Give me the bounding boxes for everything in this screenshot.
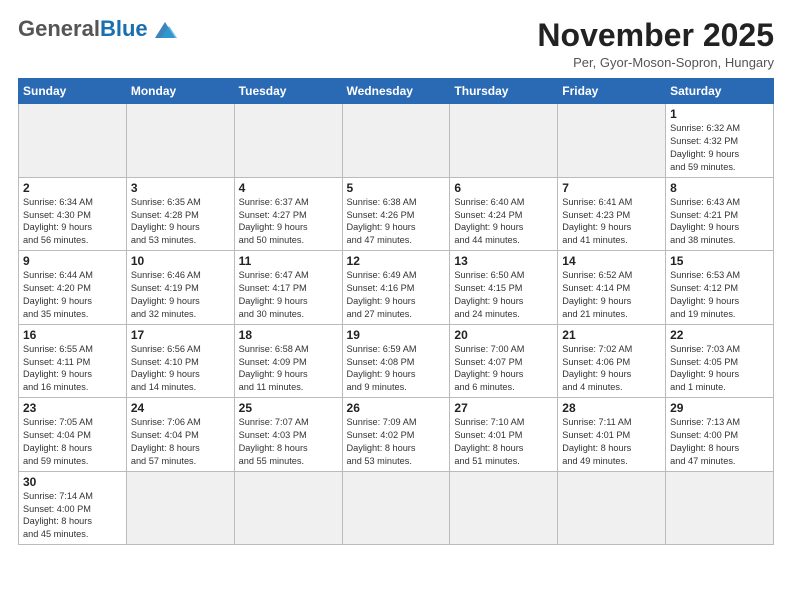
day-11: 11 Sunrise: 6:47 AMSunset: 4:17 PMDaylig…: [234, 251, 342, 325]
logo-general: General: [18, 18, 100, 40]
th-monday: Monday: [126, 79, 234, 104]
month-title: November 2025: [537, 18, 774, 53]
empty-cell: [342, 104, 450, 178]
day-21: 21 Sunrise: 7:02 AMSunset: 4:06 PMDaylig…: [558, 324, 666, 398]
empty-cell: [666, 471, 774, 545]
day-18: 18 Sunrise: 6:58 AMSunset: 4:09 PMDaylig…: [234, 324, 342, 398]
day-20: 20 Sunrise: 7:00 AMSunset: 4:07 PMDaylig…: [450, 324, 558, 398]
location-subtitle: Per, Gyor-Moson-Sopron, Hungary: [537, 55, 774, 70]
calendar-row-6: 30 Sunrise: 7:14 AMSunset: 4:00 PMDaylig…: [19, 471, 774, 545]
empty-cell: [126, 471, 234, 545]
page: General Blue November 2025 Per, Gyor-Mos…: [0, 0, 792, 612]
day-3: 3 Sunrise: 6:35 AMSunset: 4:28 PMDayligh…: [126, 177, 234, 251]
empty-cell: [558, 104, 666, 178]
logo-icon: [151, 18, 179, 40]
day-26: 26 Sunrise: 7:09 AMSunset: 4:02 PMDaylig…: [342, 398, 450, 472]
day-15: 15 Sunrise: 6:53 AMSunset: 4:12 PMDaylig…: [666, 251, 774, 325]
day-27: 27 Sunrise: 7:10 AMSunset: 4:01 PMDaylig…: [450, 398, 558, 472]
th-thursday: Thursday: [450, 79, 558, 104]
empty-cell: [234, 471, 342, 545]
day-16: 16 Sunrise: 6:55 AMSunset: 4:11 PMDaylig…: [19, 324, 127, 398]
day-25: 25 Sunrise: 7:07 AMSunset: 4:03 PMDaylig…: [234, 398, 342, 472]
logo-text: General Blue: [18, 18, 179, 40]
calendar-table: Sunday Monday Tuesday Wednesday Thursday…: [18, 78, 774, 545]
empty-cell: [126, 104, 234, 178]
day-29: 29 Sunrise: 7:13 AMSunset: 4:00 PMDaylig…: [666, 398, 774, 472]
empty-cell: [19, 104, 127, 178]
th-sunday: Sunday: [19, 79, 127, 104]
th-friday: Friday: [558, 79, 666, 104]
weekday-header-row: Sunday Monday Tuesday Wednesday Thursday…: [19, 79, 774, 104]
day-22: 22 Sunrise: 7:03 AMSunset: 4:05 PMDaylig…: [666, 324, 774, 398]
day-number-1: 1: [670, 107, 769, 121]
header: General Blue November 2025 Per, Gyor-Mos…: [18, 18, 774, 70]
day-2: 2 Sunrise: 6:34 AMSunset: 4:30 PMDayligh…: [19, 177, 127, 251]
calendar-row-4: 16 Sunrise: 6:55 AMSunset: 4:11 PMDaylig…: [19, 324, 774, 398]
day-10: 10 Sunrise: 6:46 AMSunset: 4:19 PMDaylig…: [126, 251, 234, 325]
day-info-1: Sunrise: 6:32 AMSunset: 4:32 PMDaylight:…: [670, 122, 769, 174]
day-14: 14 Sunrise: 6:52 AMSunset: 4:14 PMDaylig…: [558, 251, 666, 325]
day-8: 8 Sunrise: 6:43 AMSunset: 4:21 PMDayligh…: [666, 177, 774, 251]
empty-cell: [234, 104, 342, 178]
day-13: 13 Sunrise: 6:50 AMSunset: 4:15 PMDaylig…: [450, 251, 558, 325]
day-30: 30 Sunrise: 7:14 AMSunset: 4:00 PMDaylig…: [19, 471, 127, 545]
th-saturday: Saturday: [666, 79, 774, 104]
calendar-row-1: 1 Sunrise: 6:32 AMSunset: 4:32 PMDayligh…: [19, 104, 774, 178]
day-5: 5 Sunrise: 6:38 AMSunset: 4:26 PMDayligh…: [342, 177, 450, 251]
day-4: 4 Sunrise: 6:37 AMSunset: 4:27 PMDayligh…: [234, 177, 342, 251]
empty-cell: [450, 104, 558, 178]
day-1: 1 Sunrise: 6:32 AMSunset: 4:32 PMDayligh…: [666, 104, 774, 178]
empty-cell: [450, 471, 558, 545]
day-23: 23 Sunrise: 7:05 AMSunset: 4:04 PMDaylig…: [19, 398, 127, 472]
title-block: November 2025 Per, Gyor-Moson-Sopron, Hu…: [537, 18, 774, 70]
day-24: 24 Sunrise: 7:06 AMSunset: 4:04 PMDaylig…: [126, 398, 234, 472]
day-9: 9 Sunrise: 6:44 AMSunset: 4:20 PMDayligh…: [19, 251, 127, 325]
th-wednesday: Wednesday: [342, 79, 450, 104]
day-17: 17 Sunrise: 6:56 AMSunset: 4:10 PMDaylig…: [126, 324, 234, 398]
day-12: 12 Sunrise: 6:49 AMSunset: 4:16 PMDaylig…: [342, 251, 450, 325]
logo-blue: Blue: [100, 18, 148, 40]
calendar-row-5: 23 Sunrise: 7:05 AMSunset: 4:04 PMDaylig…: [19, 398, 774, 472]
empty-cell: [342, 471, 450, 545]
th-tuesday: Tuesday: [234, 79, 342, 104]
logo: General Blue: [18, 18, 179, 40]
day-6: 6 Sunrise: 6:40 AMSunset: 4:24 PMDayligh…: [450, 177, 558, 251]
day-19: 19 Sunrise: 6:59 AMSunset: 4:08 PMDaylig…: [342, 324, 450, 398]
calendar-row-2: 2 Sunrise: 6:34 AMSunset: 4:30 PMDayligh…: [19, 177, 774, 251]
day-7: 7 Sunrise: 6:41 AMSunset: 4:23 PMDayligh…: [558, 177, 666, 251]
calendar-row-3: 9 Sunrise: 6:44 AMSunset: 4:20 PMDayligh…: [19, 251, 774, 325]
empty-cell: [558, 471, 666, 545]
day-28: 28 Sunrise: 7:11 AMSunset: 4:01 PMDaylig…: [558, 398, 666, 472]
